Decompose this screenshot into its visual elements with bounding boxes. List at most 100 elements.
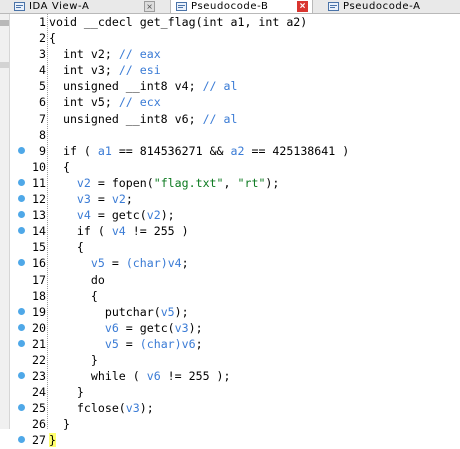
tab-ida-view-a[interactable]: IDA View-A × — [14, 0, 164, 13]
code-token: == 425138641 ) — [244, 143, 350, 158]
code-token: fclose( — [49, 401, 126, 416]
code-line[interactable]: 12 v3 = v2; — [10, 191, 460, 207]
breakpoint-dot-icon[interactable] — [18, 436, 25, 444]
code-token: v5 — [104, 336, 119, 351]
code-line[interactable]: 6 int v5; // ecx — [10, 94, 460, 110]
code-line[interactable]: 3 int v2; // eax — [10, 46, 460, 62]
code-line[interactable]: 11 v2 = fopen("flag.txt", "rt"); — [10, 175, 460, 191]
code-token: = getc( — [90, 208, 147, 223]
line-number: 18 — [32, 288, 46, 303]
code-line[interactable]: 19 putchar(v5); — [10, 304, 460, 320]
code-line[interactable]: 8 — [10, 127, 460, 143]
code-line[interactable]: 24 } — [10, 384, 460, 400]
breakpoint-dot-icon[interactable] — [18, 146, 25, 154]
code-token: ; — [195, 336, 203, 351]
code-token: // esi — [118, 63, 161, 78]
code-token: } — [49, 433, 56, 448]
line-number: 9 — [39, 143, 46, 158]
code-token: == 814536271 && — [111, 143, 231, 158]
code-text: int v3; // esi — [49, 62, 161, 78]
pseudocode-view-icon — [176, 2, 187, 11]
code-line[interactable]: 18 { — [10, 288, 460, 304]
code-line[interactable]: 1 void __cdecl get_flag(int a1, int a2) — [10, 14, 460, 30]
line-number: 23 — [32, 369, 46, 384]
code-token: v3 — [125, 401, 140, 416]
code-token: ); — [188, 320, 203, 335]
code-token: ); — [265, 175, 280, 190]
code-token: v2 — [76, 175, 91, 190]
code-text: { — [49, 288, 98, 304]
code-line[interactable]: 25 fclose(v3); — [10, 400, 460, 416]
code-line[interactable]: 23 while ( v6 != 255 ); — [10, 368, 460, 384]
code-line[interactable]: 27} — [10, 432, 460, 448]
close-tab-icon[interactable]: × — [144, 1, 155, 13]
code-token: v5 — [90, 256, 105, 271]
breakpoint-dot-icon[interactable] — [18, 372, 25, 380]
code-line[interactable]: 26 } — [10, 416, 460, 432]
line-number: 16 — [32, 256, 46, 271]
code-line[interactable]: 5 unsigned __int8 v4; // al — [10, 78, 460, 94]
code-text: { — [49, 239, 84, 255]
code-token: ); — [160, 208, 175, 223]
code-line[interactable]: 17 do — [10, 272, 460, 288]
code-token: v5 — [160, 304, 175, 319]
code-text: } — [49, 432, 56, 448]
breakpoint-dot-icon[interactable] — [18, 307, 25, 315]
code-token: , — [223, 175, 238, 190]
tab-label: Pseudocode-B — [191, 1, 269, 12]
tab-pseudocode-b[interactable]: Pseudocode-B × — [170, 0, 313, 13]
code-text: void __cdecl get_flag(int a1, int a2) — [49, 14, 307, 30]
code-line[interactable]: 4 int v3; // esi — [10, 62, 460, 78]
tab-pseudocode-a[interactable]: Pseudocode-A — [318, 0, 460, 13]
code-token: != 255 ) — [125, 224, 189, 239]
code-token: unsigned __int8 v4; — [49, 79, 203, 94]
code-token: int v3; — [49, 63, 119, 78]
breakpoint-dot-icon[interactable] — [18, 259, 25, 267]
code-line[interactable]: 20 v6 = getc(v3); — [10, 320, 460, 336]
code-token: v6 — [181, 336, 196, 351]
code-line[interactable]: 14 if ( v4 != 255 ) — [10, 223, 460, 239]
code-text: if ( a1 == 814536271 && a2 == 425138641 … — [49, 143, 349, 159]
line-number: 24 — [32, 385, 46, 400]
breakpoint-dot-icon[interactable] — [18, 227, 25, 235]
code-line[interactable]: 7 unsigned __int8 v6; // al — [10, 111, 460, 127]
breakpoint-dot-icon[interactable] — [18, 178, 25, 186]
code-text: v4 = getc(v2); — [49, 207, 175, 223]
code-line[interactable]: 9 if ( a1 == 814536271 && a2 == 42513864… — [10, 143, 460, 159]
code-token: (char) — [125, 256, 168, 271]
code-token: void __cdecl get_flag(int a1, int a2) — [49, 15, 308, 29]
code-text: { — [49, 30, 56, 46]
code-line[interactable]: 21 v5 = (char)v6; — [10, 336, 460, 352]
breakpoint-dot-icon[interactable] — [18, 195, 25, 203]
breakpoint-dot-icon[interactable] — [18, 339, 25, 347]
breakpoint-dot-icon[interactable] — [18, 404, 25, 412]
code-line[interactable]: 15 { — [10, 239, 460, 255]
close-tab-icon[interactable]: × — [297, 1, 308, 12]
code-token: (char) — [139, 336, 182, 351]
code-token: v6 — [146, 369, 161, 384]
code-token: ; — [181, 256, 189, 271]
code-line[interactable]: 22 } — [10, 352, 460, 368]
code-text: } — [49, 352, 98, 368]
code-text: if ( v4 != 255 ) — [49, 223, 189, 239]
code-text: v6 = getc(v3); — [49, 320, 203, 336]
code-token: v3 — [174, 320, 189, 335]
line-number: 11 — [32, 175, 46, 190]
pseudocode-editor[interactable]: 1 void __cdecl get_flag(int a1, int a2) 2{… — [10, 14, 460, 449]
code-token: = fopen( — [90, 175, 154, 190]
code-line[interactable]: 10 { — [10, 159, 460, 175]
breakpoint-dot-icon[interactable] — [18, 323, 25, 331]
code-line[interactable]: 2{ — [10, 30, 460, 46]
code-line[interactable]: 16 v5 = (char)v4; — [10, 255, 460, 271]
code-token: do — [49, 272, 105, 287]
code-text: } — [49, 384, 84, 400]
code-token: ); — [139, 401, 154, 416]
code-token: ; — [125, 192, 133, 207]
code-text: int v2; // eax — [49, 46, 161, 62]
line-number: 7 — [39, 111, 46, 126]
code-line[interactable]: 13 v4 = getc(v2); — [10, 207, 460, 223]
code-text: int v5; // ecx — [49, 94, 161, 110]
breakpoint-dot-icon[interactable] — [18, 211, 25, 219]
